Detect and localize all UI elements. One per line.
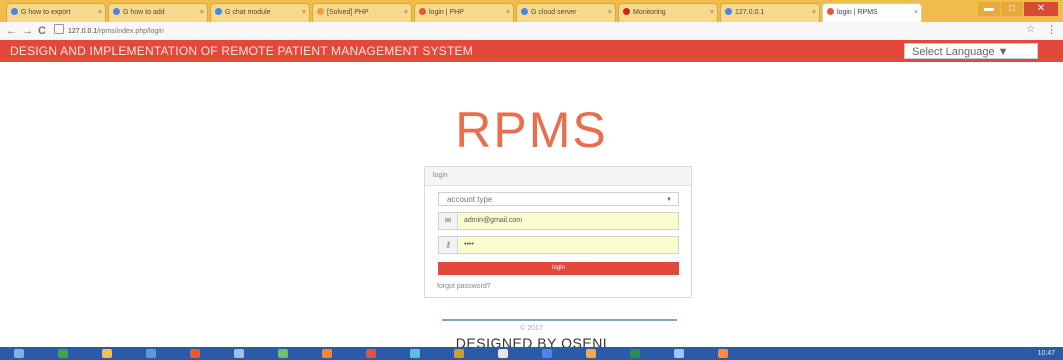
- url-field[interactable]: 127.0.0.1/rpms/index.php/login: [54, 24, 994, 38]
- tab-favicon-icon: [623, 8, 630, 15]
- taskbar-clock: 10:47: [1037, 350, 1055, 357]
- browser-tab[interactable]: 127.0.0.1 ×: [720, 3, 820, 22]
- login-panel: login account type ▼ ✉ admin@gmail.com ⚷…: [424, 166, 692, 298]
- key-icon: ⚷: [439, 237, 458, 253]
- browser-tab[interactable]: G how to add ×: [108, 3, 208, 22]
- tab-favicon-icon: [419, 8, 426, 15]
- email-field[interactable]: ✉ admin@gmail.com: [438, 212, 679, 230]
- browser-menu-icon[interactable]: ⋮: [1046, 23, 1057, 36]
- address-bar: ← → C 127.0.0.1/rpms/index.php/login ☆ ⋮: [0, 22, 1063, 41]
- taskbar-app-icon[interactable]: [146, 349, 156, 358]
- bookmark-star-icon[interactable]: ☆: [1026, 24, 1035, 35]
- panel-title: login: [425, 167, 691, 186]
- password-input[interactable]: ••••: [458, 237, 678, 253]
- browser-tab[interactable]: G cloud server ×: [516, 3, 616, 22]
- taskbar-app-icon[interactable]: [366, 349, 376, 358]
- tab-close-icon[interactable]: ×: [812, 4, 816, 22]
- tab-label: G cloud server: [531, 9, 577, 16]
- tab-favicon-icon: [521, 8, 528, 15]
- tab-favicon-icon: [113, 8, 120, 15]
- forward-button[interactable]: →: [22, 23, 33, 39]
- url-path: /rpms/index.php/login: [97, 28, 164, 35]
- tab-label: G how to add: [123, 9, 165, 16]
- tab-close-icon[interactable]: ×: [404, 4, 408, 22]
- account-type-select[interactable]: account type ▼: [438, 192, 679, 206]
- tab-label: Monitoring: [633, 9, 666, 16]
- back-button[interactable]: ←: [6, 23, 17, 39]
- footer-divider: [442, 319, 677, 321]
- taskbar-app-icon[interactable]: [14, 349, 24, 358]
- tab-label: login | RPMS: [837, 9, 878, 16]
- maximize-button[interactable]: □: [1001, 2, 1023, 16]
- browser-tab[interactable]: G chat module ×: [210, 3, 310, 22]
- rpms-logo: RPMS: [455, 102, 608, 158]
- browser-tab[interactable]: [Solved] PHP ×: [312, 3, 412, 22]
- tab-favicon-icon: [215, 8, 222, 15]
- taskbar-app-icon[interactable]: [674, 349, 684, 358]
- browser-tab[interactable]: login | PHP ×: [414, 3, 514, 22]
- taskbar-app-icon[interactable]: [586, 349, 596, 358]
- taskbar-app-icon[interactable]: [630, 349, 640, 358]
- taskbar-app-icon[interactable]: [102, 349, 112, 358]
- tab-label: G chat module: [225, 9, 271, 16]
- login-button[interactable]: login: [438, 262, 679, 275]
- taskbar-app-icon[interactable]: [410, 349, 420, 358]
- browser-tab[interactable]: login | RPMS ×: [822, 3, 922, 22]
- tab-favicon-icon: [827, 8, 834, 15]
- taskbar-app-icon[interactable]: [542, 349, 552, 358]
- tab-close-icon[interactable]: ×: [506, 4, 510, 22]
- copyright-text: © 2017: [520, 325, 543, 332]
- password-field[interactable]: ⚷ ••••: [438, 236, 679, 254]
- tab-label: G how to export: [21, 9, 71, 16]
- minimize-button[interactable]: ▬: [978, 2, 1000, 16]
- browser-tab-strip: ▬ □ ✕ G how to export × G how to add × G cha…: [0, 0, 1063, 22]
- tab-close-icon[interactable]: ×: [914, 4, 918, 22]
- language-select[interactable]: Select Language ▼: [904, 43, 1038, 59]
- forgot-password-link[interactable]: forgot password?: [437, 283, 491, 290]
- reload-button[interactable]: C: [38, 23, 46, 39]
- tab-label: 127.0.0.1: [735, 9, 765, 16]
- tab-close-icon[interactable]: ×: [200, 4, 204, 22]
- page-info-icon[interactable]: [54, 24, 64, 34]
- taskbar-app-icon[interactable]: [234, 349, 244, 358]
- taskbar-app-icon[interactable]: [454, 349, 464, 358]
- tab-favicon-icon: [317, 8, 324, 15]
- tab-favicon-icon: [11, 8, 18, 15]
- url-host: 127.0.0.1: [68, 28, 98, 35]
- close-window-button[interactable]: ✕: [1024, 2, 1058, 16]
- taskbar-app-icon[interactable]: [498, 349, 508, 358]
- tab-close-icon[interactable]: ×: [608, 4, 612, 22]
- tab-label: [Solved] PHP: [327, 9, 369, 16]
- browser-tab[interactable]: G how to export ×: [6, 3, 106, 22]
- taskbar-app-icon[interactable]: [190, 349, 200, 358]
- os-taskbar: 10:47: [0, 347, 1063, 360]
- app-header: DESIGN AND IMPLEMENTATION OF REMOTE PATI…: [0, 40, 1063, 62]
- account-type-value: account type: [447, 195, 493, 204]
- taskbar-app-icon[interactable]: [718, 349, 728, 358]
- tab-close-icon[interactable]: ×: [98, 4, 102, 22]
- tab-close-icon[interactable]: ×: [302, 4, 306, 22]
- tab-close-icon[interactable]: ×: [710, 4, 714, 22]
- browser-tab[interactable]: Monitoring ×: [618, 3, 718, 22]
- tab-favicon-icon: [725, 8, 732, 15]
- taskbar-app-icon[interactable]: [322, 349, 332, 358]
- taskbar-app-icon[interactable]: [278, 349, 288, 358]
- caret-down-icon: ▼: [666, 197, 672, 203]
- tab-label: login | PHP: [429, 9, 464, 16]
- envelope-icon: ✉: [439, 213, 458, 229]
- taskbar-app-icon[interactable]: [58, 349, 68, 358]
- app-title: DESIGN AND IMPLEMENTATION OF REMOTE PATI…: [10, 44, 473, 58]
- email-input[interactable]: admin@gmail.com: [458, 213, 678, 229]
